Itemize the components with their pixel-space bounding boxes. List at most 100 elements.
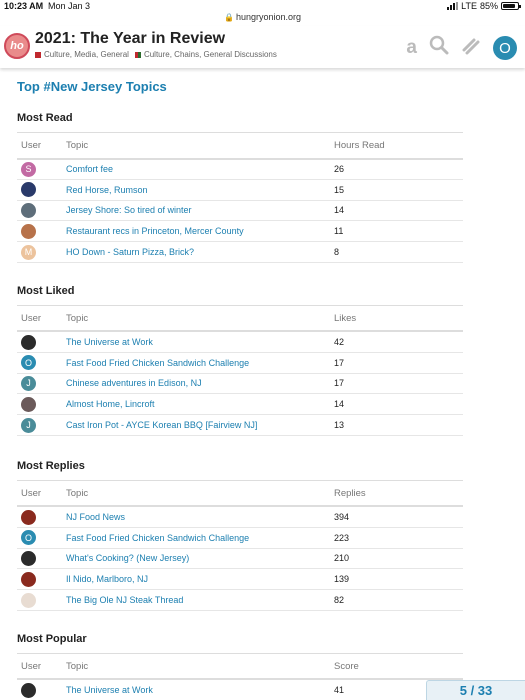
topic-link[interactable]: What's Cooking? (New Jersey) <box>66 553 189 563</box>
column-header: Topic <box>66 660 89 672</box>
topic-link[interactable]: The Universe at Work <box>66 337 153 347</box>
category-color-icon <box>35 51 41 58</box>
user-avatar[interactable] <box>21 182 36 198</box>
ios-status-bar: 10:23 AM Mon Jan 3 LTE 85% <box>0 0 525 12</box>
user-avatar[interactable]: M <box>21 244 36 260</box>
topic-link[interactable]: HO Down - Saturn Pizza, Brick? <box>66 247 194 257</box>
table-row: Restaurant recs in Princeton, Mercer Cou… <box>17 221 463 242</box>
user-avatar[interactable] <box>21 592 36 608</box>
section-most-popular: Most Popular User Topic Score The Universe a… <box>17 633 463 700</box>
topic-link[interactable]: Red Horse, Rumson <box>66 185 148 195</box>
main-content: Top #New Jersey Topics Most Read User Topi… <box>17 79 463 700</box>
table-row: Red Horse, Rumson 15 <box>17 179 463 201</box>
table-row: What's Cooking? (New Jersey) 210 <box>17 548 463 569</box>
topic-link[interactable]: Comfort fee <box>66 164 113 174</box>
section-title: Most Read <box>17 112 73 124</box>
column-header: Hours Read <box>334 139 385 151</box>
topic-link[interactable]: The Universe at Work <box>66 685 153 695</box>
column-header: Likes <box>334 312 357 324</box>
user-avatar[interactable] <box>21 202 36 218</box>
section-most-replies: Most Replies User Topic Replies NJ Food News… <box>17 460 463 611</box>
table-header-row: User Topic Likes <box>17 305 463 332</box>
stat-value: 15 <box>334 184 345 195</box>
user-avatar[interactable]: S <box>21 161 36 177</box>
hamburger-icon[interactable] <box>461 35 481 61</box>
table-row: J Chinese adventures in Edison, NJ 17 <box>17 373 463 394</box>
battery-icon <box>501 2 521 10</box>
stat-value: 8 <box>334 247 340 258</box>
search-icon[interactable] <box>429 35 449 61</box>
status-right: LTE 85% <box>447 1 521 11</box>
header-icons: a O <box>406 35 517 61</box>
table-row: The Big Ole NJ Steak Thread 82 <box>17 590 463 611</box>
amazon-icon[interactable]: a <box>406 36 417 60</box>
user-avatar[interactable] <box>21 682 36 698</box>
user-avatar[interactable] <box>21 571 36 587</box>
stat-value: 17 <box>334 378 345 389</box>
user-avatar[interactable] <box>21 223 36 239</box>
topic-progress[interactable]: 5 / 33 <box>426 680 525 700</box>
section-title: Most Popular <box>17 632 87 645</box>
table-row: The Universe at Work 42 <box>17 331 463 353</box>
topic-link[interactable]: Almost Home, Lincroft <box>66 399 155 409</box>
table-row: S Comfort fee 26 <box>17 159 463 180</box>
stat-value: 394 <box>334 512 350 523</box>
column-header: User <box>21 139 42 151</box>
topic-link[interactable]: Cast Iron Pot - AYCE Korean BBQ [Fairvie… <box>66 420 257 430</box>
browser-url-bar[interactable]: 🔒 hungryonion.org <box>0 12 525 26</box>
section-title: Most Replies <box>17 459 85 472</box>
column-header: Replies <box>334 487 366 499</box>
stat-value: 82 <box>334 595 345 606</box>
table-row: J Cast Iron Pot - AYCE Korean BBQ [Fairvi… <box>17 415 463 436</box>
table-row: O Fast Food Fried Chicken Sandwich Challe… <box>17 352 463 374</box>
site-logo[interactable]: ho <box>4 33 30 59</box>
breadcrumb: Culture, Media, General Culture, Chains,… <box>35 50 277 59</box>
table-row: Almost Home, Lincroft 14 <box>17 394 463 415</box>
user-avatar[interactable] <box>21 550 36 566</box>
topic-link[interactable]: Fast Food Fried Chicken Sandwich Challen… <box>66 358 249 368</box>
topic-link[interactable]: The Big Ole NJ Steak Thread <box>66 595 183 605</box>
category-link-primary[interactable]: Culture, Media, General <box>44 50 129 59</box>
column-header: Topic <box>66 139 89 151</box>
user-avatar[interactable]: J <box>21 417 36 433</box>
stat-value: 26 <box>334 164 345 175</box>
network-label: LTE <box>461 1 477 11</box>
topics-table: User Topic Score The Universe at Work 41 <box>17 653 463 700</box>
column-header: User <box>21 312 42 324</box>
topic-link[interactable]: Fast Food Fried Chicken Sandwich Challen… <box>66 533 249 543</box>
url-text: hungryonion.org <box>235 12 302 22</box>
section-most-liked: Most Liked User Topic Likes The Universe at … <box>17 285 463 436</box>
topic-link[interactable]: Jersey Shore: So tired of winter <box>66 205 192 215</box>
page-heading: Top #New Jersey Topics <box>17 79 167 94</box>
topic-link[interactable]: Il Nido, Marlboro, NJ <box>66 574 148 584</box>
table-header-row: User Topic Hours Read <box>17 132 463 159</box>
topics-table: User Topic Hours Read S Comfort fee 26 Red Hor… <box>17 132 463 263</box>
stat-value: 14 <box>334 205 345 216</box>
column-header: Score <box>334 660 359 672</box>
status-time: 10:23 AM <box>4 1 44 11</box>
user-avatar[interactable]: O <box>21 355 36 371</box>
user-avatar[interactable]: J <box>21 375 36 391</box>
user-avatar[interactable] <box>21 334 36 350</box>
user-avatar[interactable] <box>21 396 36 412</box>
status-date: Mon Jan 3 <box>48 1 91 11</box>
topic-link[interactable]: NJ Food News <box>66 512 125 522</box>
table-row: NJ Food News 394 <box>17 506 463 528</box>
topic-title[interactable]: 2021: The Year in Review <box>35 30 225 48</box>
user-avatar[interactable]: O <box>21 530 36 546</box>
topic-link[interactable]: Restaurant recs in Princeton, Mercer Cou… <box>66 226 244 236</box>
user-avatar[interactable]: O <box>493 36 517 60</box>
stat-value: 14 <box>334 399 345 410</box>
lock-icon: 🔒 <box>223 13 234 22</box>
signal-icon <box>447 2 459 10</box>
stat-value: 17 <box>334 357 345 368</box>
topic-link[interactable]: Chinese adventures in Edison, NJ <box>66 378 202 388</box>
stat-value: 210 <box>334 553 350 564</box>
section-title: Most Liked <box>17 284 75 297</box>
table-row: Jersey Shore: So tired of winter 14 <box>17 200 463 221</box>
table-row: The Universe at Work 41 <box>17 679 463 700</box>
table-header-row: User Topic Replies <box>17 480 463 507</box>
user-avatar[interactable] <box>21 509 36 525</box>
category-link-secondary[interactable]: Culture, Chains, General Discussions <box>144 50 277 59</box>
table-row: Il Nido, Marlboro, NJ 139 <box>17 569 463 590</box>
